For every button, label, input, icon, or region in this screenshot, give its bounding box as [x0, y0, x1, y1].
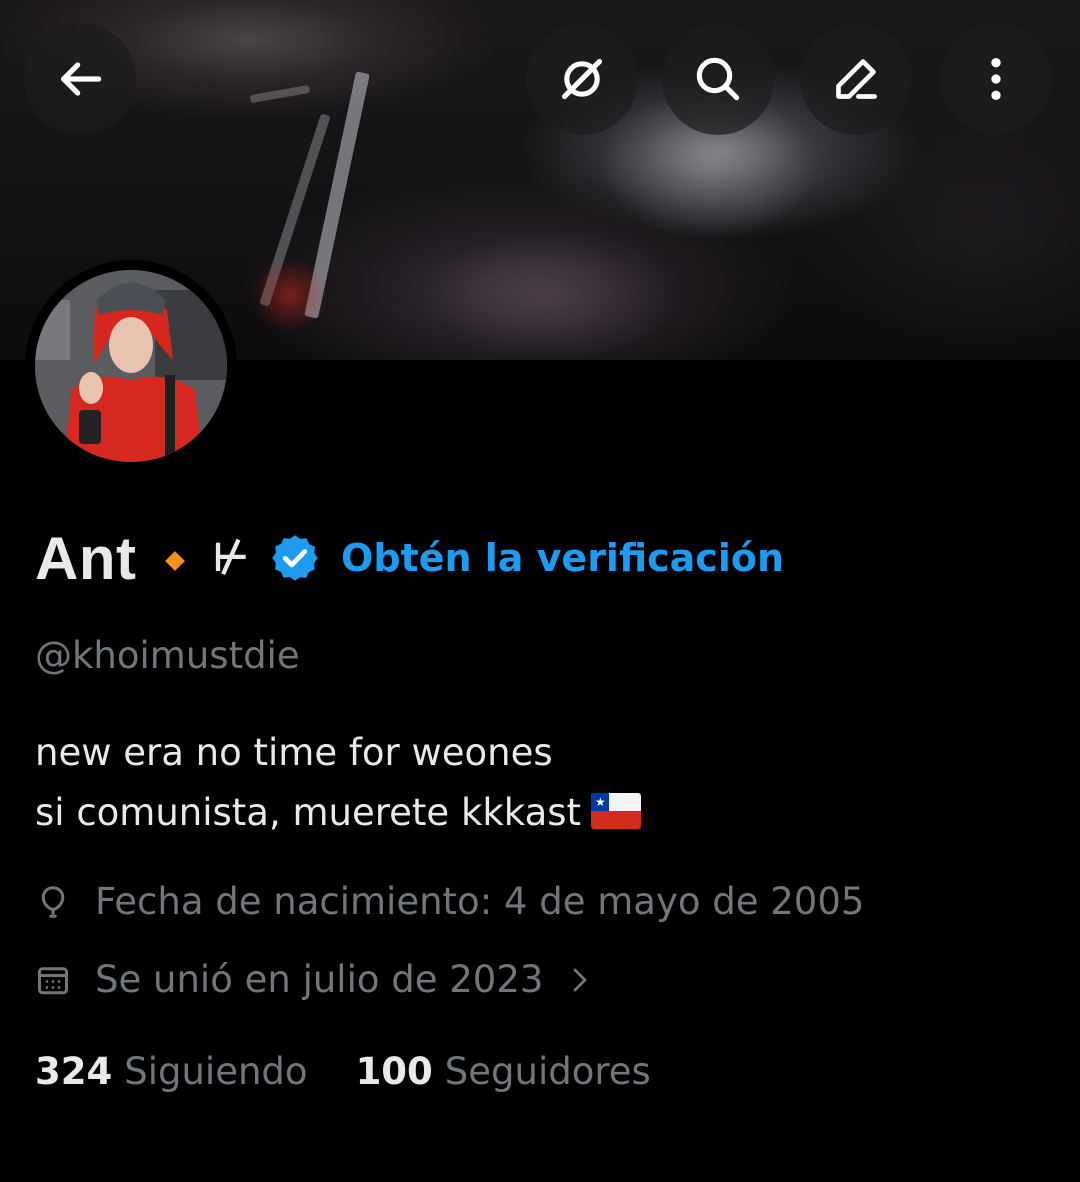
- followers-count: 100: [355, 1050, 433, 1093]
- more-vertical-icon: [991, 58, 1001, 100]
- following-count: 324: [35, 1050, 113, 1093]
- grok-button[interactable]: [526, 23, 638, 135]
- profile-screen: Ant ⊬ Obtén la verificación @khoimustdie…: [0, 0, 1080, 1182]
- chile-flag-icon: ★: [591, 793, 642, 829]
- search-icon: [696, 57, 740, 101]
- edit-button[interactable]: [800, 23, 912, 135]
- verified-badge-icon[interactable]: [269, 532, 321, 584]
- joined-text: Se unió en julio de 2023: [95, 958, 544, 1001]
- bio-line-1: new era no time for weones: [35, 731, 553, 774]
- bio: new era no time for weones si comunista,…: [35, 723, 642, 843]
- avatar-photo: [35, 270, 227, 462]
- bio-line-2-text: si comunista, muerete kkkast: [35, 791, 582, 834]
- user-handle: @khoimustdie: [35, 634, 300, 677]
- calendar-icon: [38, 966, 68, 994]
- followers-link[interactable]: 100 Seguidores: [356, 1050, 651, 1093]
- back-arrow-icon: [61, 62, 102, 96]
- display-name: Ant: [35, 524, 137, 592]
- following-link[interactable]: 324 Siguiendo: [35, 1050, 308, 1093]
- balloon-icon: [41, 885, 65, 918]
- following-label: Siguiendo: [124, 1050, 308, 1093]
- orange-diamond-icon: [165, 551, 186, 571]
- name-symbol: ⊬: [212, 535, 250, 581]
- get-verified-link[interactable]: Obtén la verificación: [341, 536, 784, 580]
- follow-stats: 324 Siguiendo 100 Seguidores: [35, 1050, 651, 1093]
- back-button[interactable]: [24, 23, 136, 135]
- joined-row[interactable]: Se unió en julio de 2023: [35, 958, 595, 1001]
- chevron-right-icon: [574, 968, 587, 991]
- birthdate-text: Fecha de nacimiento: 4 de mayo de 2005: [95, 880, 865, 923]
- bio-line-2: si comunista, muerete kkkast ★: [35, 783, 642, 843]
- birthdate-row: Fecha de nacimiento: 4 de mayo de 2005: [35, 880, 864, 923]
- name-row: Ant ⊬ Obtén la verificación: [35, 522, 784, 594]
- followers-label: Seguidores: [444, 1050, 651, 1093]
- avatar[interactable]: [25, 260, 237, 472]
- more-options-button[interactable]: [940, 23, 1052, 135]
- search-button[interactable]: [662, 23, 774, 135]
- edit-pencil-icon: [836, 59, 877, 99]
- grok-icon: [561, 58, 603, 100]
